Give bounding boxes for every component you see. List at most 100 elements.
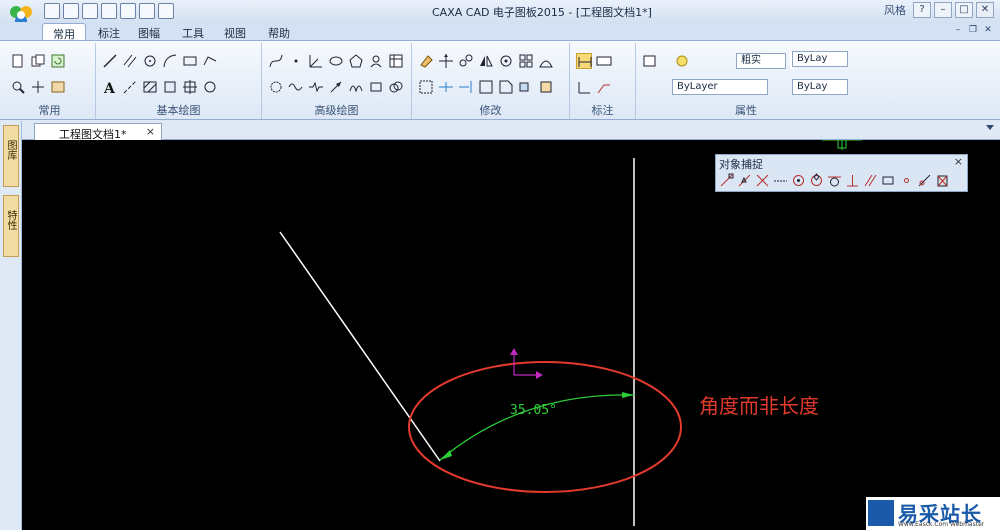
hatch-icon[interactable] bbox=[142, 79, 158, 95]
coordinate-dim-icon[interactable] bbox=[576, 79, 592, 95]
snap-endpoint-icon[interactable] bbox=[719, 173, 734, 188]
lineweight-select[interactable]: ByLay bbox=[792, 79, 848, 95]
arc-icon[interactable] bbox=[162, 53, 178, 69]
polyline-icon[interactable] bbox=[202, 53, 218, 69]
snap-perpendicular-icon[interactable] bbox=[845, 173, 860, 188]
hole-icon[interactable] bbox=[368, 79, 384, 95]
dimension-arrow-right bbox=[622, 392, 634, 398]
object-snap-close-icon[interactable]: × bbox=[954, 155, 963, 168]
select-box-icon[interactable] bbox=[418, 79, 434, 95]
copy-object-icon[interactable] bbox=[458, 53, 474, 69]
rectangle-icon[interactable] bbox=[182, 53, 198, 69]
refresh-icon[interactable] bbox=[50, 53, 66, 69]
side-tab-properties[interactable]: 特性 bbox=[3, 195, 19, 257]
linetype-select[interactable]: ByLayer bbox=[672, 79, 768, 95]
block-insert-icon[interactable] bbox=[162, 79, 178, 95]
dimension-icon[interactable] bbox=[576, 53, 592, 69]
snap-node-icon[interactable] bbox=[899, 173, 914, 188]
document-tab-close-icon[interactable]: × bbox=[146, 125, 155, 138]
layer-manager-icon[interactable] bbox=[642, 53, 658, 69]
wave-icon[interactable] bbox=[288, 79, 304, 95]
stretch-icon[interactable] bbox=[518, 79, 534, 95]
style-menu[interactable]: 风格 bbox=[884, 2, 906, 18]
layer-select[interactable]: 粗实 bbox=[736, 53, 786, 69]
centerline-icon[interactable] bbox=[122, 79, 138, 95]
text-style-icon[interactable] bbox=[596, 53, 612, 69]
crosshair-icon[interactable] bbox=[182, 79, 198, 95]
snap-tangent-icon[interactable] bbox=[827, 173, 842, 188]
help-icon[interactable]: ? bbox=[913, 2, 931, 18]
explode-icon[interactable] bbox=[538, 79, 554, 95]
user-symbol-icon[interactable] bbox=[368, 53, 384, 69]
doc-close-icon[interactable]: ✕ bbox=[982, 25, 994, 37]
snap-insertion-icon[interactable] bbox=[881, 173, 896, 188]
snap-clear-icon[interactable] bbox=[935, 173, 950, 188]
snap-midpoint-icon[interactable] bbox=[737, 173, 752, 188]
spline-icon[interactable] bbox=[202, 79, 218, 95]
layer-state-icon[interactable] bbox=[674, 53, 690, 69]
eraser-icon[interactable] bbox=[418, 53, 434, 69]
point-icon[interactable] bbox=[288, 53, 304, 69]
scale-icon[interactable] bbox=[538, 53, 554, 69]
rotate-icon[interactable] bbox=[498, 53, 514, 69]
snap-intersection-icon[interactable] bbox=[755, 173, 770, 188]
circle-icon[interactable] bbox=[142, 53, 158, 69]
line-icon[interactable] bbox=[102, 53, 118, 69]
tab-tools[interactable]: 工具 bbox=[172, 23, 214, 40]
array-icon[interactable] bbox=[518, 53, 534, 69]
tab-common[interactable]: 常用 bbox=[42, 23, 86, 41]
leader-icon[interactable] bbox=[596, 79, 612, 95]
angle-dimension-text[interactable]: 35.05° bbox=[510, 403, 557, 418]
snap-quadrant-icon[interactable] bbox=[809, 173, 824, 188]
maximize-button[interactable]: □ bbox=[955, 2, 973, 18]
snap-center-icon[interactable] bbox=[791, 173, 806, 188]
tab-help[interactable]: 帮助 bbox=[258, 23, 300, 40]
print-icon[interactable] bbox=[120, 3, 136, 19]
chamfer-icon[interactable] bbox=[498, 79, 514, 95]
trim-icon[interactable] bbox=[438, 79, 454, 95]
tab-list-dropdown-icon[interactable] bbox=[986, 125, 994, 130]
layout-icon[interactable] bbox=[50, 79, 66, 95]
parallel-line-icon[interactable] bbox=[122, 53, 138, 69]
snap-parallel-icon[interactable] bbox=[863, 173, 878, 188]
tab-frame[interactable]: 图幅 bbox=[128, 23, 170, 40]
zoom-icon[interactable] bbox=[10, 79, 26, 95]
spring-icon[interactable] bbox=[348, 79, 364, 95]
text-icon[interactable]: A bbox=[102, 79, 118, 95]
mirror-icon[interactable] bbox=[478, 53, 494, 69]
extend-icon[interactable] bbox=[458, 79, 474, 95]
polygon-icon[interactable] bbox=[348, 53, 364, 69]
table-icon[interactable] bbox=[388, 53, 404, 69]
new-file-icon[interactable] bbox=[44, 3, 60, 19]
document-tab[interactable]: 工程图文档1* × bbox=[34, 123, 162, 141]
undo-icon[interactable] bbox=[139, 3, 155, 19]
fillet-icon[interactable] bbox=[478, 79, 494, 95]
diagonal-line[interactable] bbox=[279, 231, 441, 462]
move-icon[interactable] bbox=[438, 53, 454, 69]
open-file-icon[interactable] bbox=[63, 3, 79, 19]
save-as-icon[interactable] bbox=[101, 3, 117, 19]
doc-minimize-icon[interactable]: – bbox=[952, 25, 964, 37]
cloud-icon[interactable] bbox=[388, 79, 404, 95]
snap-extension-icon[interactable] bbox=[773, 173, 788, 188]
side-tab-library[interactable]: 图库 bbox=[3, 125, 19, 187]
doc-restore-icon[interactable]: ❐ bbox=[967, 25, 979, 37]
angle-line-icon[interactable] bbox=[308, 53, 324, 69]
curve-icon[interactable] bbox=[268, 53, 284, 69]
new-icon[interactable] bbox=[10, 53, 26, 69]
tab-dimension[interactable]: 标注 bbox=[88, 23, 130, 40]
arrow-icon[interactable] bbox=[328, 79, 344, 95]
color-select[interactable]: ByLay bbox=[792, 51, 848, 67]
redo-icon[interactable] bbox=[158, 3, 174, 19]
snap-nearest-icon[interactable] bbox=[917, 173, 932, 188]
save-icon[interactable] bbox=[82, 3, 98, 19]
pan-icon[interactable] bbox=[30, 79, 46, 95]
drawing-canvas[interactable] bbox=[22, 140, 1000, 530]
ellipse-icon[interactable] bbox=[328, 53, 344, 69]
tab-view[interactable]: 视图 bbox=[214, 23, 256, 40]
minimize-button[interactable]: – bbox=[934, 2, 952, 18]
break-line-icon[interactable] bbox=[308, 79, 324, 95]
close-button[interactable]: ✕ bbox=[976, 2, 994, 18]
copy-icon[interactable] bbox=[30, 53, 46, 69]
gear-profile-icon[interactable] bbox=[268, 79, 284, 95]
